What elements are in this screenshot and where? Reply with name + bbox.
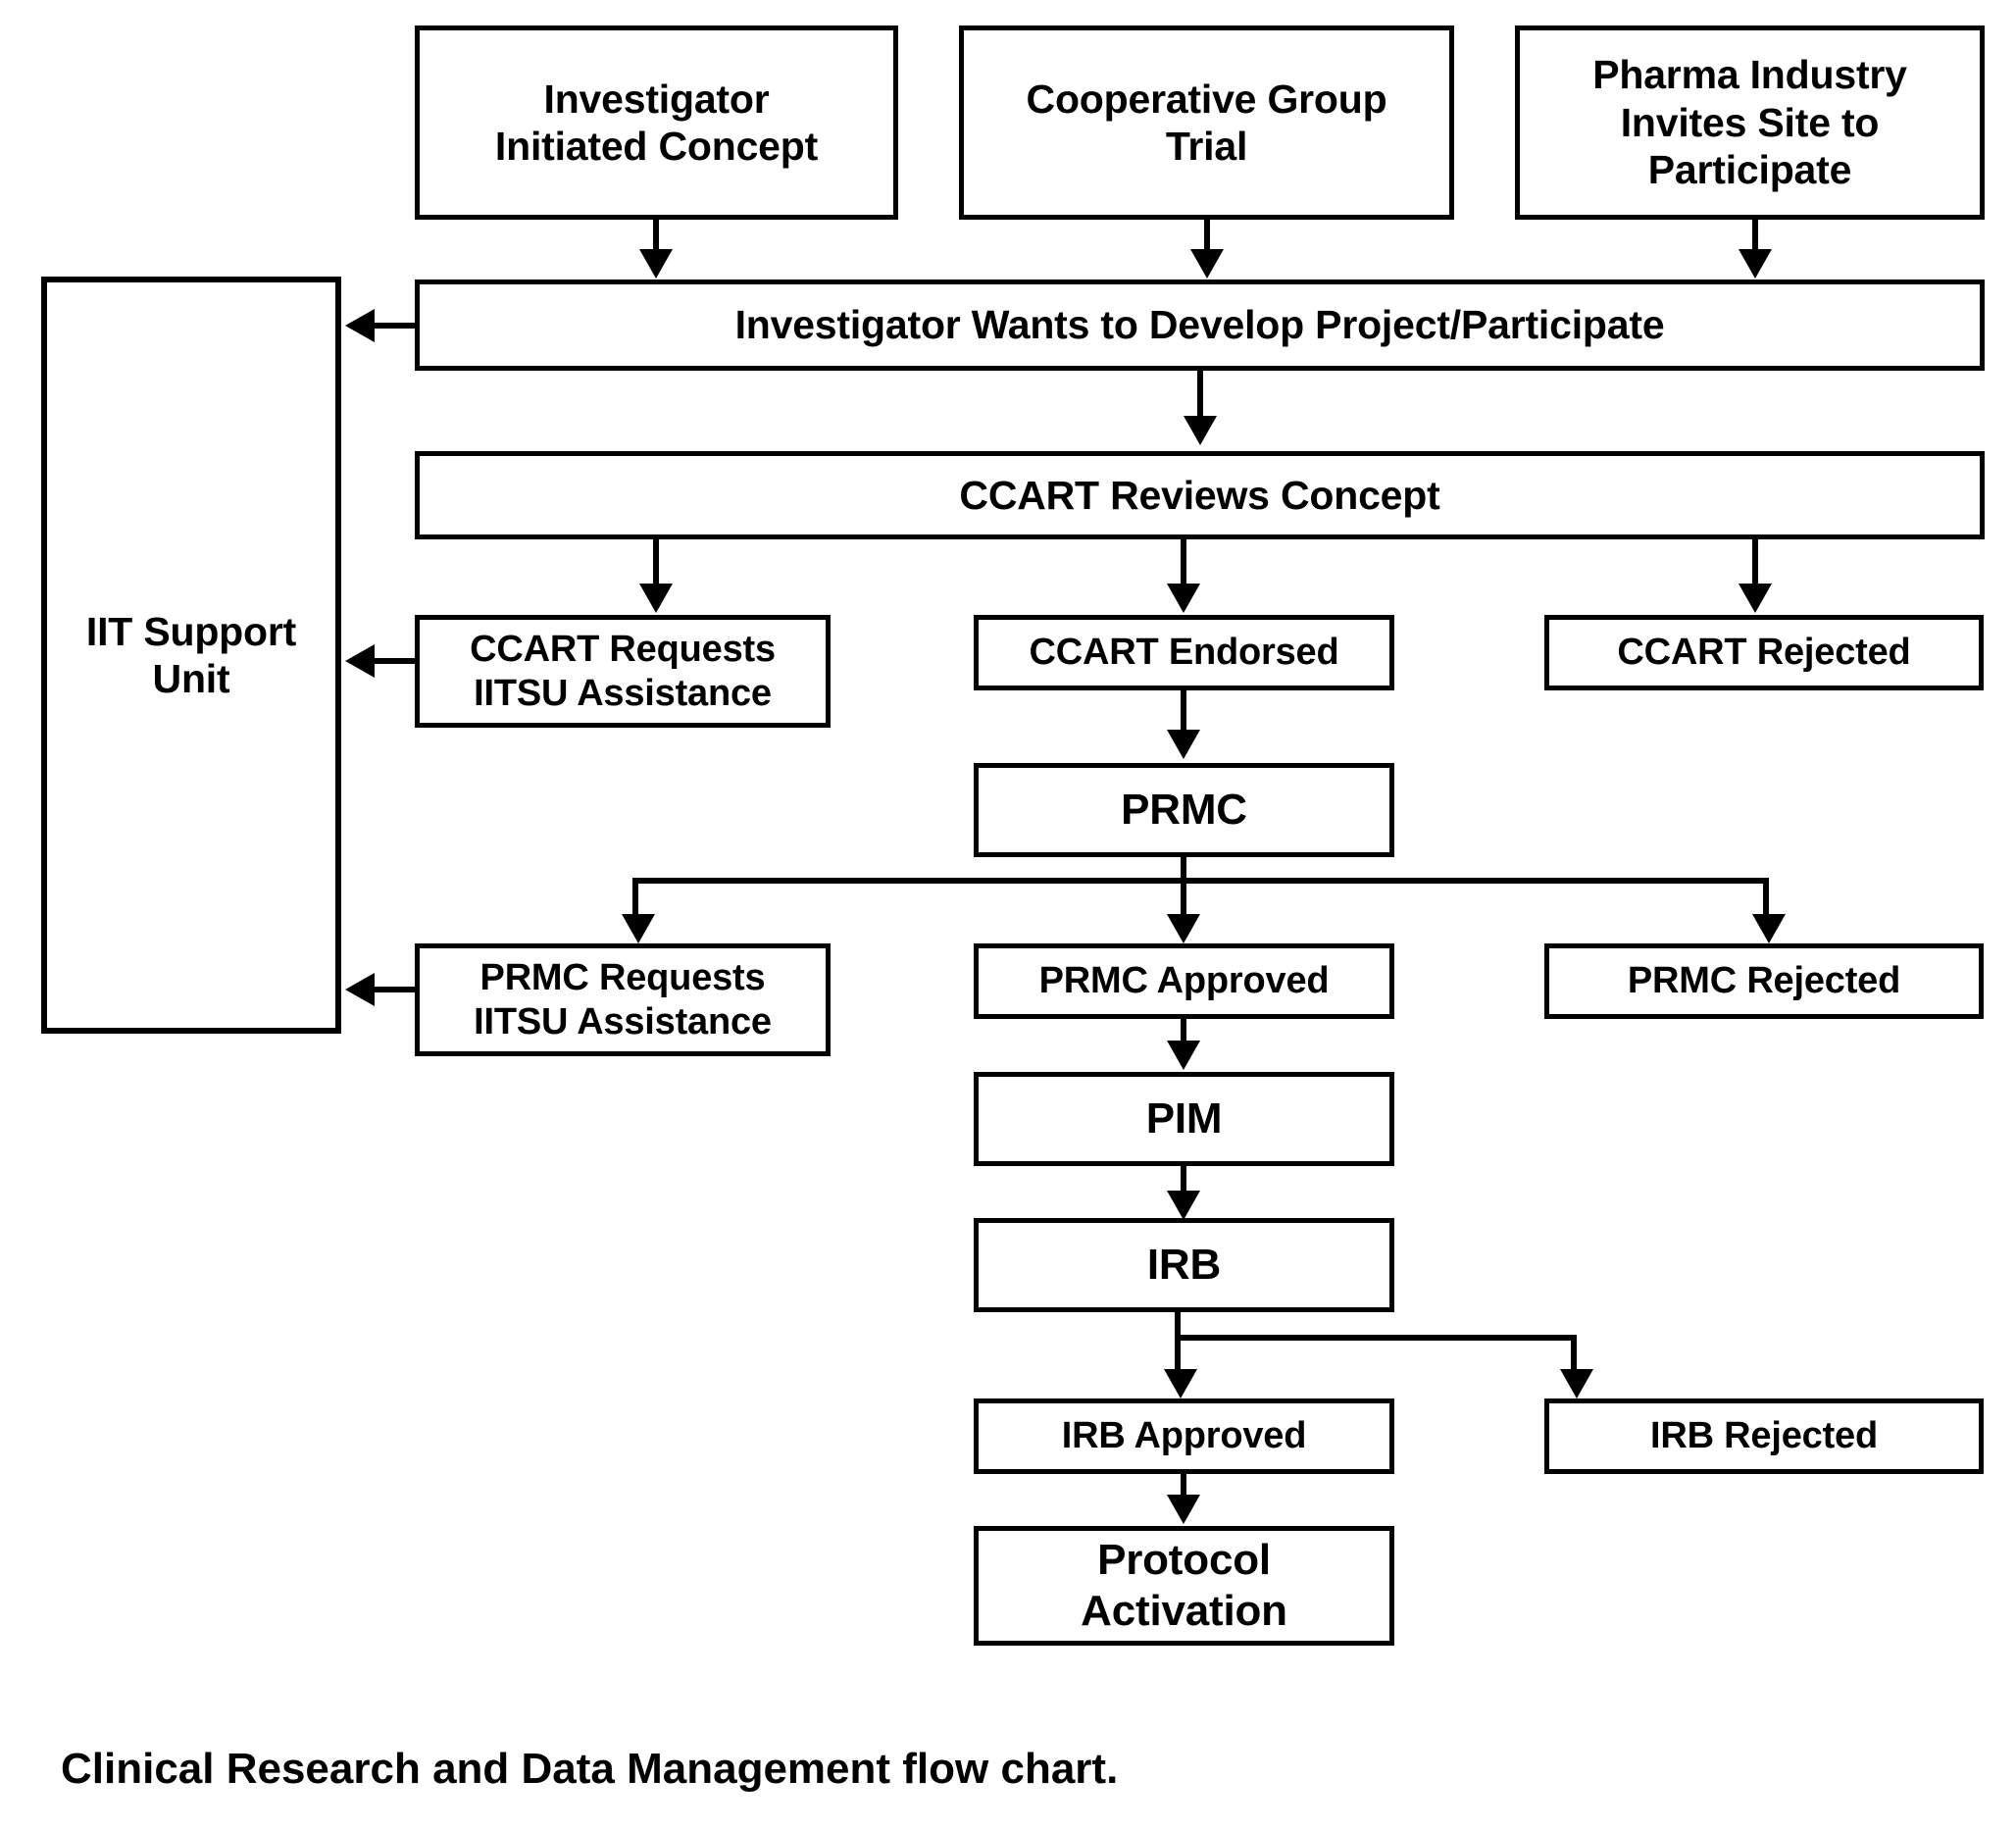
edge-arrowhead-irb-to-rejected [1560, 1369, 1593, 1398]
node-irb-approved: IRB Approved [974, 1398, 1394, 1474]
node-label: Cooperative Group Trial [1026, 76, 1387, 169]
edge-arrowhead-prmc-to-approved [1167, 914, 1200, 943]
node-ccart-reviews-concept: CCART Reviews Concept [415, 451, 1985, 539]
node-label: PIM [1145, 1094, 1223, 1144]
node-label: PRMC [1121, 786, 1247, 835]
node-pharma-industry-invites-site: Pharma Industry Invites Site to Particip… [1515, 25, 1985, 220]
node-investigator-initiated-concept: Investigator Initiated Concept [415, 25, 898, 220]
node-ccart-requests-iitsu-assistance: CCART Requests IITSU Assistance [415, 615, 831, 728]
edge-arrowhead-prmc-to-requests [622, 914, 655, 943]
edge-arrowhead-prmc-to-rejected [1752, 914, 1786, 943]
edge-arrowhead-concept-to-develop [639, 249, 673, 279]
node-label: IIT Support Unit [85, 608, 297, 701]
node-label: IRB Approved [1061, 1415, 1307, 1457]
node-label: PRMC Requests IITSU Assistance [474, 956, 772, 1042]
node-label: CCART Reviews Concept [959, 472, 1440, 518]
edge-line-prmc-distribution-bar [632, 878, 1769, 884]
node-label: CCART Requests IITSU Assistance [470, 628, 776, 714]
node-irb-rejected: IRB Rejected [1544, 1398, 1984, 1474]
edge-arrowhead-irb-approved-to-protocol-activation [1167, 1495, 1200, 1524]
node-label: Protocol Activation [1081, 1536, 1287, 1635]
node-label: IRB Rejected [1649, 1415, 1878, 1457]
node-protocol-activation: Protocol Activation [974, 1526, 1394, 1646]
edge-line-ccart-endorsed-to-prmc [1181, 690, 1186, 734]
edge-arrowhead-ccart-requests-to-iitsu [345, 644, 375, 678]
node-label: Pharma Industry Invites Site to Particip… [1592, 52, 1907, 193]
node-pim: PIM [974, 1072, 1394, 1166]
node-prmc-rejected: PRMC Rejected [1544, 943, 1984, 1019]
node-irb: IRB [974, 1218, 1394, 1312]
edge-arrowhead-ccart-endorsed-to-prmc [1167, 730, 1200, 759]
edge-arrowhead-pim-to-irb [1167, 1191, 1200, 1220]
node-ccart-endorsed: CCART Endorsed [974, 615, 1394, 690]
node-label: PRMC Approved [1038, 960, 1330, 1002]
node-prmc: PRMC [974, 763, 1394, 857]
edge-arrowhead-coopgroup-to-develop [1190, 249, 1224, 279]
edge-arrowhead-irb-to-approved [1164, 1369, 1197, 1398]
edge-arrowhead-prmc-requests-to-iitsu [345, 973, 375, 1006]
edge-arrowhead-prmc-approved-to-pim [1167, 1041, 1200, 1070]
node-label: Investigator Initiated Concept [494, 76, 819, 169]
node-label: CCART Rejected [1617, 632, 1911, 674]
node-iit-support-unit: IIT Support Unit [41, 277, 341, 1034]
edge-arrowhead-develop-to-iitsu [345, 309, 375, 342]
node-label: CCART Endorsed [1029, 632, 1339, 674]
edge-line-irb-distribution-bar [1175, 1335, 1577, 1341]
node-investigator-wants-to-develop: Investigator Wants to Develop Project/Pa… [415, 280, 1985, 371]
edge-line-develop-to-ccart-review [1197, 371, 1203, 422]
edge-arrowhead-ccart-review-to-endorsed [1167, 584, 1200, 613]
node-prmc-approved: PRMC Approved [974, 943, 1394, 1019]
node-label: PRMC Rejected [1627, 960, 1901, 1002]
flowchart-canvas: Investigator Initiated Concept Cooperati… [0, 0, 2016, 1830]
edge-arrowhead-develop-to-ccart-review [1184, 416, 1217, 445]
node-label: IRB [1146, 1241, 1222, 1290]
edge-arrowhead-pharma-to-develop [1739, 249, 1772, 279]
node-prmc-requests-iitsu-assistance: PRMC Requests IITSU Assistance [415, 943, 831, 1056]
figure-caption: Clinical Research and Data Management fl… [61, 1745, 1119, 1793]
node-ccart-rejected: CCART Rejected [1544, 615, 1984, 690]
node-cooperative-group-trial: Cooperative Group Trial [959, 25, 1454, 220]
edge-arrowhead-ccart-review-to-rejected [1739, 584, 1772, 613]
node-label: Investigator Wants to Develop Project/Pa… [734, 302, 1665, 348]
edge-arrowhead-ccart-review-to-requests [639, 584, 673, 613]
